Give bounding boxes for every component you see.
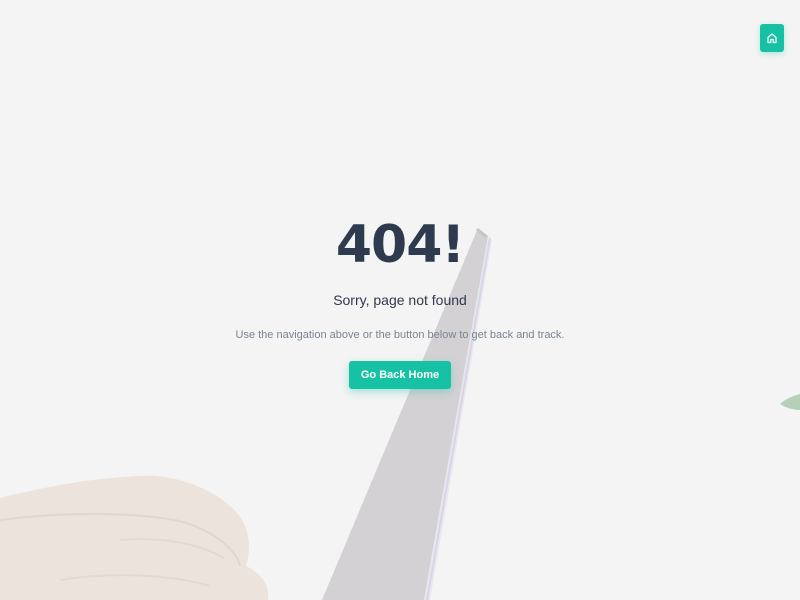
error-title: Sorry, page not found <box>333 292 467 308</box>
go-back-home-button[interactable]: Go Back Home <box>348 361 452 389</box>
home-button[interactable] <box>760 24 784 52</box>
error-code: 404! <box>335 215 465 275</box>
error-content: 404! Sorry, page not found Use the navig… <box>0 210 800 389</box>
error-description: Use the navigation above or the button b… <box>235 329 565 341</box>
home-icon <box>766 32 778 44</box>
error-page: 404! Sorry, page not found Use the navig… <box>0 0 800 600</box>
